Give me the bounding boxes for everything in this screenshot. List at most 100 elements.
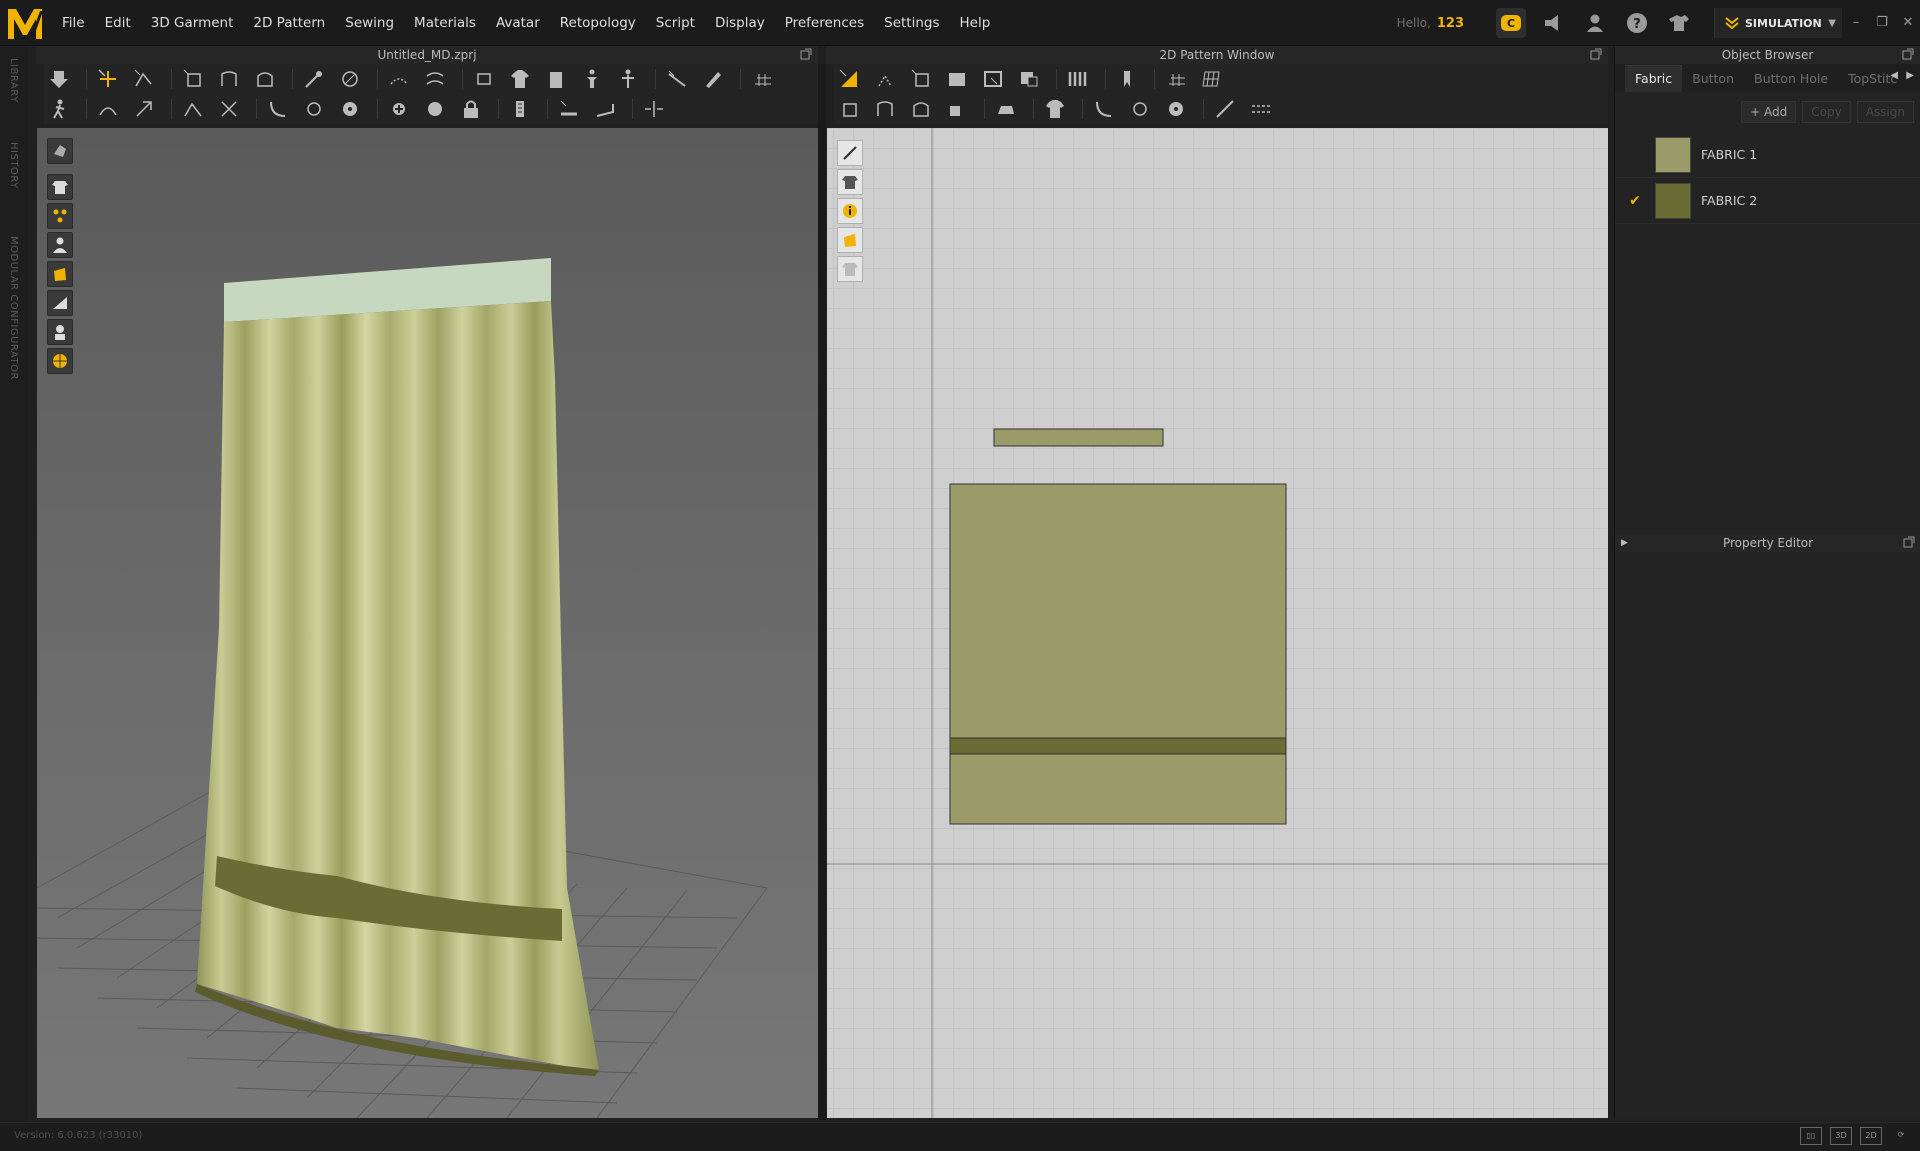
free-sewing-2d-icon[interactable] xyxy=(870,96,900,122)
user-icon[interactable] xyxy=(1580,8,1610,38)
fold-arrangement-icon[interactable] xyxy=(178,66,208,92)
viewport-splitter[interactable] xyxy=(818,64,826,1120)
copy-button[interactable]: Copy xyxy=(1802,101,1851,123)
side-tab-library[interactable]: LIBRARY xyxy=(8,58,19,103)
pattern-valance[interactable] xyxy=(993,428,1164,447)
add-point-icon[interactable] xyxy=(384,96,414,122)
side-tab-modular-configurator[interactable]: MODULAR CONFIGURATOR xyxy=(8,236,19,380)
free-sewing-icon[interactable] xyxy=(420,66,450,92)
popout-icon[interactable] xyxy=(1902,48,1914,60)
collapse-arrow-icon[interactable]: ▶ xyxy=(1621,534,1628,552)
segment-sewing-icon[interactable] xyxy=(384,66,414,92)
avatar-silhouette-icon[interactable] xyxy=(47,319,73,345)
show-avatar-icon[interactable] xyxy=(47,232,73,258)
m-n-sewing-icon[interactable] xyxy=(906,96,936,122)
layout-split-icon[interactable]: ▯▯ xyxy=(1800,1127,1822,1145)
info-icon[interactable] xyxy=(837,198,863,224)
internal-shape-icon[interactable] xyxy=(1014,66,1044,92)
2d-pattern-viewport[interactable] xyxy=(827,128,1608,1118)
restore-button[interactable]: ❐ xyxy=(1870,11,1894,35)
cloud-sync-icon[interactable]: C xyxy=(1496,8,1526,38)
show-pattern-garment-icon[interactable] xyxy=(837,169,863,195)
close-button[interactable]: ✕ xyxy=(1896,11,1920,35)
popout-icon[interactable] xyxy=(1903,536,1915,548)
show-shading-icon[interactable] xyxy=(47,290,73,316)
environment-globe-icon[interactable] xyxy=(47,348,73,374)
menu-file[interactable]: File xyxy=(52,0,95,46)
show-garment-icon[interactable] xyxy=(47,174,73,200)
rectangle-icon[interactable] xyxy=(978,66,1008,92)
tab-button-hole[interactable]: Button Hole xyxy=(1744,66,1838,92)
tab-scroll-left-icon[interactable]: ◀ xyxy=(1890,70,1898,81)
layout-3d-icon[interactable]: 3D xyxy=(1830,1127,1852,1145)
edit-curve-point-icon[interactable] xyxy=(906,66,936,92)
walk-icon[interactable] xyxy=(44,96,74,122)
select-move-icon[interactable] xyxy=(93,66,123,92)
select-mesh-icon[interactable] xyxy=(129,66,159,92)
edit-point-icon[interactable] xyxy=(129,96,159,122)
fold-line-icon[interactable] xyxy=(590,96,620,122)
align-center-icon[interactable] xyxy=(639,96,669,122)
fold-3d-icon[interactable] xyxy=(214,66,244,92)
measure-icon[interactable] xyxy=(662,66,692,92)
edit-pattern-icon[interactable] xyxy=(870,66,900,92)
show-texture-icon[interactable] xyxy=(837,227,863,253)
edit-curvature-icon[interactable] xyxy=(93,96,123,122)
check-sewing-icon[interactable] xyxy=(942,96,972,122)
pen-icon[interactable] xyxy=(698,66,728,92)
mode-selector[interactable]: SIMULATION ▼ xyxy=(1714,8,1842,38)
garment-fit-icon[interactable] xyxy=(505,66,535,92)
transform-pattern-icon[interactable] xyxy=(834,66,864,92)
cut-icon[interactable] xyxy=(214,96,244,122)
side-tab-history[interactable]: HISTORY xyxy=(8,142,19,189)
select-button-icon[interactable] xyxy=(420,96,450,122)
menu-script[interactable]: Script xyxy=(646,0,705,46)
show-grading-icon[interactable] xyxy=(837,256,863,282)
refresh-icon[interactable]: ⟳ xyxy=(1890,1127,1912,1145)
tab-scroll-right-icon[interactable]: ▶ xyxy=(1906,70,1914,81)
button-icon[interactable] xyxy=(299,96,329,122)
help-icon[interactable]: ? xyxy=(1622,8,1652,38)
assign-button[interactable]: Assign xyxy=(1856,101,1914,123)
avatar-pose-icon[interactable] xyxy=(577,66,607,92)
simulation-icon[interactable] xyxy=(44,66,74,92)
popout-icon[interactable] xyxy=(1590,48,1602,60)
unfold-3d-icon[interactable] xyxy=(250,66,280,92)
list-item[interactable]: FABRIC 1 xyxy=(1615,132,1920,178)
layout-2d-icon[interactable]: 2D xyxy=(1860,1127,1882,1145)
menu-help[interactable]: Help xyxy=(950,0,1001,46)
minimize-button[interactable]: – xyxy=(1844,11,1868,35)
trace-icon[interactable] xyxy=(178,96,208,122)
menu-3d-garment[interactable]: 3D Garment xyxy=(141,0,244,46)
menu-edit[interactable]: Edit xyxy=(95,0,141,46)
strap-2d-icon[interactable] xyxy=(1089,96,1119,122)
tack-icon[interactable] xyxy=(469,66,499,92)
show-points-icon[interactable] xyxy=(47,203,73,229)
tab-button[interactable]: Button xyxy=(1682,66,1744,92)
buttonhole-icon[interactable] xyxy=(335,96,365,122)
avatar-measure-icon[interactable] xyxy=(613,66,643,92)
grading-icon[interactable] xyxy=(1161,66,1191,92)
lock-icon[interactable] xyxy=(456,96,486,122)
zipper-icon[interactable] xyxy=(505,96,535,122)
show-fabric-icon[interactable] xyxy=(47,261,73,287)
menu-retopology[interactable]: Retopology xyxy=(550,0,646,46)
list-item[interactable]: ✔ FABRIC 2 xyxy=(1615,178,1920,224)
dart-icon[interactable] xyxy=(1112,66,1142,92)
menu-avatar[interactable]: Avatar xyxy=(486,0,550,46)
brush-icon[interactable] xyxy=(335,66,365,92)
tab-fabric[interactable]: Fabric xyxy=(1625,65,1683,92)
gusset-icon[interactable] xyxy=(1063,66,1093,92)
announcement-icon[interactable] xyxy=(1538,8,1568,38)
iron-icon[interactable] xyxy=(991,96,1021,122)
pattern-band[interactable] xyxy=(949,737,1287,755)
mesh-grid-icon[interactable] xyxy=(1197,66,1227,92)
popout-icon[interactable] xyxy=(800,48,812,60)
menu-materials[interactable]: Materials xyxy=(404,0,486,46)
buttonhole-2d-icon[interactable] xyxy=(1125,96,1155,122)
menu-settings[interactable]: Settings xyxy=(874,0,949,46)
view-cube-icon[interactable] xyxy=(47,138,73,164)
segment-sewing-2d-icon[interactable] xyxy=(834,96,864,122)
garment-store-icon[interactable] xyxy=(1664,8,1694,38)
add-button[interactable]: + Add xyxy=(1741,101,1797,123)
